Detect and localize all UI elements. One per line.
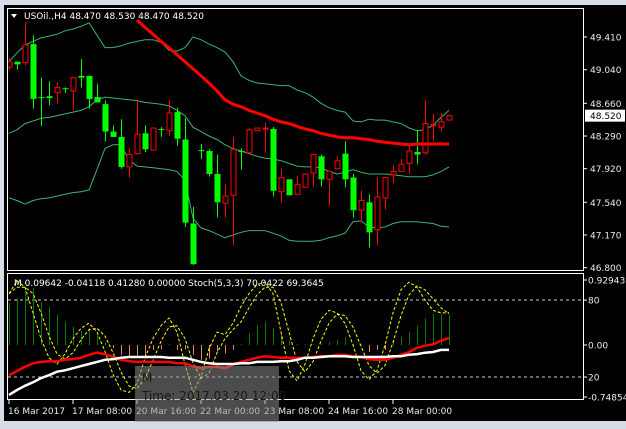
candle-body (334, 160, 341, 170)
candle-body (134, 133, 141, 155)
candle (286, 179, 293, 196)
price-tick-label: 49.410 (590, 34, 622, 44)
candle-body (22, 44, 29, 64)
candle-body (54, 86, 61, 94)
chart-canvas[interactable]: 49.410 49.040 48.660 48.290 47.920 47.540 47.1… (0, 0, 626, 429)
indicator-tick-label: 20 (588, 374, 600, 384)
candle-body (230, 148, 237, 196)
candle-body (294, 184, 301, 195)
candle-body (118, 136, 125, 167)
candle-body (46, 96, 53, 98)
candle-body (254, 127, 261, 132)
indicator-tick-label: -0.74854 (588, 394, 626, 404)
candle-body (270, 128, 277, 191)
candle-body (78, 75, 85, 78)
price-tick-label: 46.800 (590, 264, 622, 274)
candle-body (86, 75, 93, 99)
candle-body (414, 151, 421, 155)
candle-body (94, 97, 101, 103)
indicator-tick-label: 0.92943 (588, 277, 625, 287)
candle-body (262, 127, 269, 130)
candle-body (398, 163, 405, 172)
hover-tooltip: M Time: 2017.03.20 12:00 (135, 366, 286, 422)
candle-body (182, 139, 189, 223)
indicator-tick-label: 80 (588, 297, 600, 307)
candle-body (430, 124, 437, 127)
candle-body (366, 202, 373, 233)
candle-body (326, 170, 333, 180)
candle-body (70, 77, 77, 92)
candle-body (382, 177, 389, 199)
candle-body (14, 61, 21, 65)
candle (150, 127, 157, 151)
price-tick-label: 47.540 (590, 199, 622, 209)
time-tick-label: 17 Mar 08:00 (72, 407, 132, 417)
candle-body (246, 129, 253, 154)
time-tick-label: 16 Mar 2017 (8, 407, 65, 417)
candle-body (438, 121, 445, 128)
tooltip-line1: M (142, 371, 152, 385)
price-tick-label: 49.040 (590, 66, 622, 76)
mt4-chart-window: 49.410 49.040 48.660 48.290 47.920 47.540 47.1… (0, 0, 626, 429)
candle-body (374, 196, 381, 231)
candle-body (302, 173, 309, 188)
candle-body (278, 177, 285, 193)
candle-body (446, 115, 453, 121)
candle-body (142, 133, 149, 150)
candle-body (206, 151, 213, 175)
candle-body (30, 44, 37, 99)
candle-body (406, 150, 413, 164)
candle-body (238, 151, 245, 153)
price-tick-label: 48.290 (590, 133, 622, 143)
price-tick-label: 47.920 (590, 165, 622, 175)
candle-body (102, 104, 109, 132)
candle (254, 127, 261, 132)
candle-body (190, 223, 197, 265)
candle-body (38, 97, 45, 99)
candle-body (126, 154, 133, 168)
candle-body (390, 170, 397, 176)
candle-body (110, 131, 117, 137)
current-price-label: 48.520 (590, 112, 622, 122)
candle-body (358, 200, 365, 211)
candle (270, 127, 277, 197)
time-tick-label: 24 Mar 16:00 (328, 407, 388, 417)
time-tick-label: 28 Mar 00:00 (392, 407, 452, 417)
candle-body (214, 174, 221, 203)
candle (246, 128, 253, 154)
indicator-tick-label: 0.00 (588, 342, 608, 352)
candle-body (174, 112, 181, 139)
candle-body (222, 195, 229, 204)
price-tick-label: 48.660 (590, 100, 622, 110)
candle-body (62, 88, 69, 90)
tooltip-line2: Time: 2017.03.20 12:00 (141, 389, 286, 403)
candle-body (286, 179, 293, 196)
candle-body (198, 150, 205, 152)
candle (302, 173, 309, 188)
candle-body (422, 123, 429, 154)
candle-body (342, 153, 349, 180)
symbol-header: USOil.,H4 48.470 48.530 48.470 48.520 (24, 12, 204, 22)
candle-body (166, 112, 173, 132)
price-tick-label: 47.170 (590, 232, 622, 242)
candle-body (310, 154, 317, 174)
candle-body (150, 127, 157, 151)
candle-body (158, 128, 165, 130)
candle (30, 35, 37, 109)
candle (206, 149, 213, 177)
candle-body (318, 156, 325, 180)
indicator-header: M 0.09642 -0.04118 0.41280 0.00000 Stoch… (14, 279, 324, 289)
candle-body (350, 177, 357, 211)
candle (446, 114, 453, 121)
